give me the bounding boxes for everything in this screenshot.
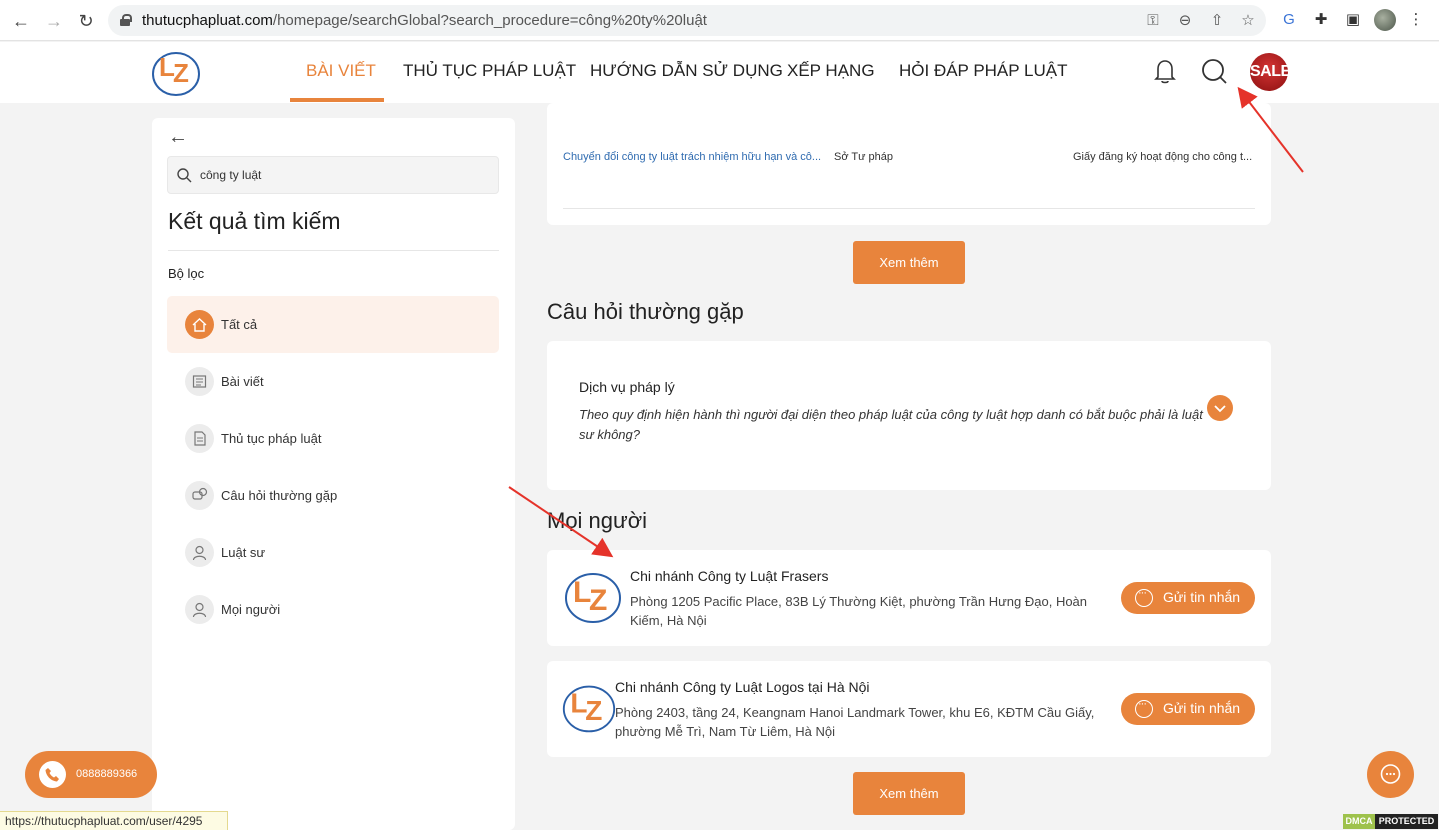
filter-all[interactable]: Tất cả (167, 296, 499, 353)
faq-answer: Theo quy định hiện hành thì người đại di… (579, 407, 1203, 442)
sale-badge[interactable]: SALE (1250, 53, 1291, 91)
chat-bubble-icon (1135, 698, 1153, 718)
person-name[interactable]: Chi nhánh Công ty Luật Logos tại Hà Nội (615, 679, 870, 695)
company-logo: L Z (562, 685, 616, 733)
browser-menu-icon[interactable]: ⋮ (1406, 10, 1426, 30)
procedures-card: Chuyển đổi công ty luật trách nhiệm hữu … (547, 103, 1271, 225)
people-section-title: Mọi người (547, 508, 648, 533)
nav-bai-viet[interactable]: BÀI VIẾT (306, 61, 376, 81)
chat-button[interactable] (1367, 751, 1414, 798)
lawyer-icon (185, 538, 214, 567)
back-arrow-icon[interactable]: ← (168, 126, 188, 149)
divider (168, 250, 499, 251)
filter-procedures[interactable]: Thủ tục pháp luật (167, 410, 499, 467)
chat-bubble-icon (1380, 764, 1401, 784)
question-chat-icon (185, 481, 214, 510)
document-icon (185, 424, 214, 453)
svg-text:Z: Z (585, 695, 602, 726)
send-message-button[interactable]: Gửi tin nhắn (1121, 693, 1255, 725)
filter-label: Bộ lọc (168, 266, 205, 281)
filter-label-all: Tất cả (221, 317, 258, 332)
search-box[interactable] (167, 156, 499, 194)
faq-question: Dịch vụ pháp lý (579, 379, 675, 395)
filter-label-lawyers: Luật sư (221, 545, 266, 560)
svg-text:Z: Z (589, 584, 607, 617)
home-icon (185, 310, 214, 339)
active-nav-indicator (290, 98, 384, 102)
person-address: Phòng 1205 Pacific Place, 83B Lý Thường … (630, 594, 1088, 628)
key-icon[interactable]: ⚿ (1143, 11, 1163, 31)
bell-icon[interactable] (1150, 56, 1180, 86)
filter-faq[interactable]: Câu hỏi thường gặp (167, 467, 499, 524)
filter-articles[interactable]: Bài viết (167, 353, 499, 410)
filter-label-people: Mọi người (221, 602, 281, 617)
search-input[interactable] (200, 165, 490, 185)
site-header: L Z BÀI VIẾT THỦ TỤC PHÁP LUẬT HƯỚNG DẪN… (0, 42, 1439, 103)
company-logo: L Z (565, 573, 621, 623)
lock-icon (120, 14, 132, 26)
extensions-puzzle-icon[interactable]: ✚ (1311, 10, 1331, 30)
page-title: Kết quả tìm kiếm (168, 208, 341, 234)
hotline-button[interactable]: 0888889366 (25, 751, 157, 798)
hotline-number: 0888889366 (76, 768, 138, 780)
link-status-bar: https://thutucphapluat.com/user/4295 (0, 811, 228, 830)
share-icon[interactable]: ⇧ (1207, 11, 1227, 31)
dmca-badge[interactable]: DMCA PROTECTED (1343, 814, 1438, 829)
newspaper-icon (185, 367, 214, 396)
person-address: Phòng 2403, tầng 24, Keangnam Hanoi Land… (615, 705, 1095, 739)
people-more-button[interactable]: Xem thêm (853, 772, 965, 815)
filter-label-articles: Bài viết (221, 374, 264, 389)
person-icon (185, 595, 214, 624)
search-icon (177, 168, 192, 183)
procedures-more-button[interactable]: Xem thêm (853, 241, 965, 284)
filter-people[interactable]: Mọi người (167, 581, 499, 638)
procedure-name-link[interactable]: Chuyển đổi công ty luật trách nhiệm hữu … (563, 151, 821, 163)
address-bar[interactable]: thutucphapluat.com/homepage/searchGlobal… (108, 5, 1266, 36)
filter-lawyers[interactable]: Luật sư (167, 524, 499, 581)
phone-icon (39, 761, 66, 788)
nav-xep-hang[interactable]: XẾP HẠNG (787, 61, 875, 81)
filter-label-faq: Câu hỏi thường gặp (221, 488, 338, 503)
search-sidebar: ← Kết quả tìm kiếm Bộ lọc Tất cả Bài viế… (152, 118, 515, 830)
nav-huong-dan-su-dung[interactable]: HƯỚNG DẪN SỬ DỤNG (590, 61, 783, 81)
faq-section-title: Câu hỏi thường gặp (547, 299, 744, 324)
chevron-down-icon[interactable] (1207, 395, 1233, 421)
translate-extension-icon[interactable]: G (1279, 10, 1299, 30)
legalzone-logo[interactable]: L Z (150, 46, 202, 98)
filter-label-procedures: Thủ tục pháp luật (221, 431, 322, 446)
browser-toolbar: ← → ↻ thutucphapluat.com/homepage/search… (0, 0, 1439, 41)
side-panel-icon[interactable]: ▣ (1343, 10, 1363, 30)
reload-icon[interactable]: ↻ (75, 10, 97, 32)
faq-card[interactable]: Dịch vụ pháp lý Theo quy định hiện hành … (547, 341, 1271, 490)
row-divider (563, 208, 1255, 209)
nav-thu-tuc-phap-luat[interactable]: THỦ TỤC PHÁP LUẬT (403, 61, 576, 81)
send-message-button[interactable]: Gửi tin nhắn (1121, 582, 1255, 614)
procedure-result: Giấy đăng ký hoạt động cho công t... (1073, 151, 1253, 163)
forward-icon[interactable]: → (43, 10, 65, 32)
nav-hoi-dap-phap-luat[interactable]: HỎI ĐÁP PHÁP LUẬT (899, 61, 1067, 81)
zoom-icon[interactable]: ⊖ (1175, 11, 1195, 31)
bookmark-star-icon[interactable]: ☆ (1238, 11, 1258, 31)
chat-bubble-icon (1135, 587, 1153, 607)
profile-avatar[interactable] (1374, 9, 1396, 31)
send-message-label: Gửi tin nhắn (1163, 700, 1241, 716)
svg-text:Z: Z (173, 58, 189, 88)
back-icon[interactable]: ← (10, 10, 32, 32)
search-icon[interactable] (1199, 56, 1229, 86)
person-card: L Z Chi nhánh Công ty Luật Logos tại Hà … (547, 661, 1271, 757)
send-message-label: Gửi tin nhắn (1163, 589, 1241, 605)
url-text[interactable]: thutucphapluat.com/homepage/searchGlobal… (142, 12, 707, 29)
procedure-agency: Sở Tư pháp (834, 151, 894, 163)
person-name[interactable]: Chi nhánh Công ty Luật Frasers (630, 568, 828, 584)
person-card: L Z Chi nhánh Công ty Luật Frasers Phòng… (547, 550, 1271, 646)
